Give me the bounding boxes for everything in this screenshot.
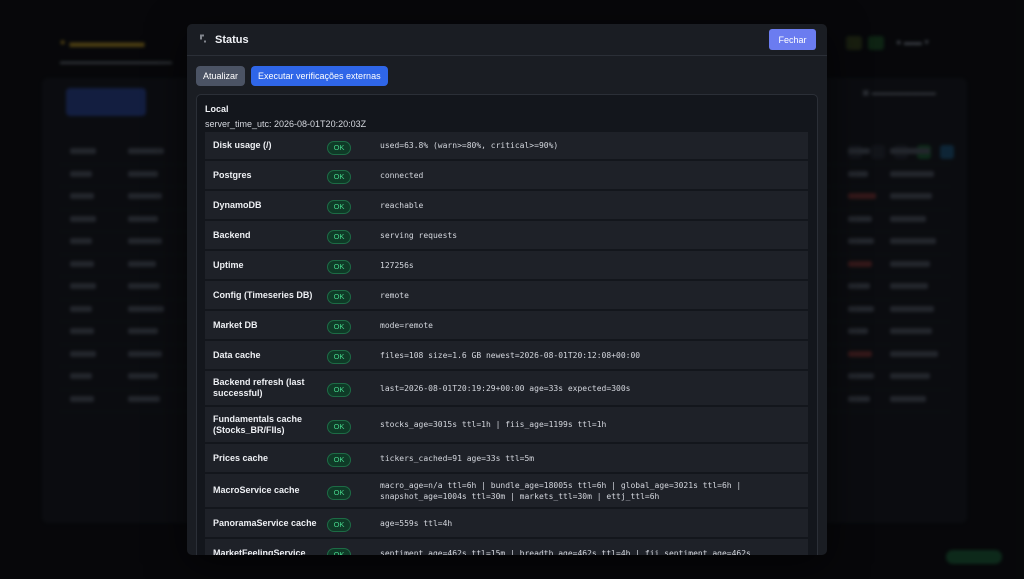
check-row: Postgres OK connected [205,161,808,191]
check-badge-cell: OK [321,226,380,244]
check-detail: remote [380,290,409,300]
check-name: DynamoDB [213,199,262,210]
check-badge-cell: OK [321,514,380,532]
check-detail: age=559s ttl=4h [380,518,453,528]
check-row: MarketFeelingService OK sentiment_age=462s… [205,539,808,555]
check-detail: reachable [380,200,424,210]
check-row: MacroService cache OK macro_age=n/a ttl=6h… [205,474,808,509]
check-name: Postgres [213,169,252,180]
status-badge: OK [327,383,351,397]
check-detail: sentiment_age=462s ttl=15m | breadth_age… [380,548,751,556]
check-name: Config (Timeseries DB) [213,289,313,300]
check-row: Backend refresh (last successful) OK last=… [205,371,808,407]
check-row: Market DB OK mode=remote [205,311,808,341]
status-badge: OK [327,320,351,334]
check-detail: 127256s [380,260,414,270]
status-badge: OK [327,453,351,467]
status-badge: OK [327,290,351,304]
status-badge: OK [327,230,351,244]
refresh-button[interactable]: Atualizar [196,66,246,86]
status-badge: OK [327,200,351,214]
status-badge: OK [327,350,351,364]
check-badge-cell: OK [321,544,380,555]
check-name: PanoramaService cache [213,517,317,528]
check-row: Data cache OK files=108 size=1.6 GB newest… [205,341,808,371]
check-badge-cell: OK [321,256,380,274]
check-badge-cell: OK [321,482,380,500]
check-row: Prices cache OK tickers_cached=91 age=33s … [205,444,808,474]
check-detail: mode=remote [380,320,433,330]
check-name: Market DB [213,319,258,330]
check-detail: files=108 size=1.6 GB newest=2026-08-01T… [380,350,641,360]
status-badge: OK [327,170,351,184]
status-badge: OK [327,419,351,434]
check-badge-cell: OK [321,416,380,434]
check-badge-cell: OK [321,196,380,214]
check-name: MacroService cache [213,485,300,495]
check-badge-cell: OK [321,286,380,304]
status-badge: OK [327,140,351,155]
check-name: Backend [213,229,251,240]
status-badge: OK [327,548,351,555]
server-time: server_time_utc: 2026-08-01T20:20:03Z [205,119,367,129]
check-detail: tickers_cached=91 age=33s ttl=5m [380,453,535,463]
close-button[interactable]: Fechar [769,29,816,50]
check-badge-cell: OK [321,379,380,397]
check-name: Backend refresh (last successful) [213,377,305,398]
check-name: Data cache [213,349,261,360]
check-badge-cell: OK [321,166,380,184]
modal-actions: Atualizar Executar verificações externas [196,66,388,86]
check-row: Disk usage (/) OK used=63.8% (warn>=80%, c… [205,132,808,161]
check-row: PanoramaService cache OK age=559s ttl=4h [205,509,808,539]
check-detail: last=2026-08-01T20:19:29+00:00 age=33s e… [380,383,631,393]
modal-header: Status Fechar [187,24,827,56]
section-title: Local [205,104,229,114]
check-name: MarketFeelingService [213,547,306,556]
check-detail: used=63.8% (warn>=80%, critical>=90%) [380,141,559,150]
check-detail: connected [380,170,424,180]
local-status-card: Local server_time_utc: 2026-08-01T20:20:… [196,94,818,555]
check-name: Prices cache [213,452,269,463]
status-badge: OK [327,518,351,532]
check-row: Fundamentals cache (Stocks_BR/FIIs) OK sto… [205,407,808,444]
check-detail: macro_age=n/a ttl=6h | bundle_age=18005s… [380,480,742,501]
status-badge: OK [327,485,351,500]
check-row: Uptime OK 127256s [205,251,808,281]
pulse-icon [199,32,211,44]
status-badge: OK [327,260,351,274]
check-row: Backend OK serving requests [205,221,808,251]
check-name: Disk usage (/) [213,140,272,150]
check-detail: stocks_age=3015s ttl=1h | fiis_age=1199s… [380,420,607,429]
modal-title: Status [215,33,249,46]
check-row: Config (Timeseries DB) OK remote [205,281,808,311]
check-badge-cell: OK [321,346,380,364]
status-modal: Status Fechar Atualizar Executar verific… [187,24,827,555]
check-badge-cell: OK [321,316,380,334]
check-name: Uptime [213,259,244,270]
check-detail: serving requests [380,230,458,240]
run-external-checks-button[interactable]: Executar verificações externas [251,66,388,86]
check-row: DynamoDB OK reachable [205,191,808,221]
check-badge-cell: OK [321,449,380,467]
checks-list: Disk usage (/) OK used=63.8% (warn>=80%, c… [205,132,808,555]
check-name: Fundamentals cache (Stocks_BR/FIIs) [213,413,303,435]
check-badge-cell: OK [321,137,380,155]
